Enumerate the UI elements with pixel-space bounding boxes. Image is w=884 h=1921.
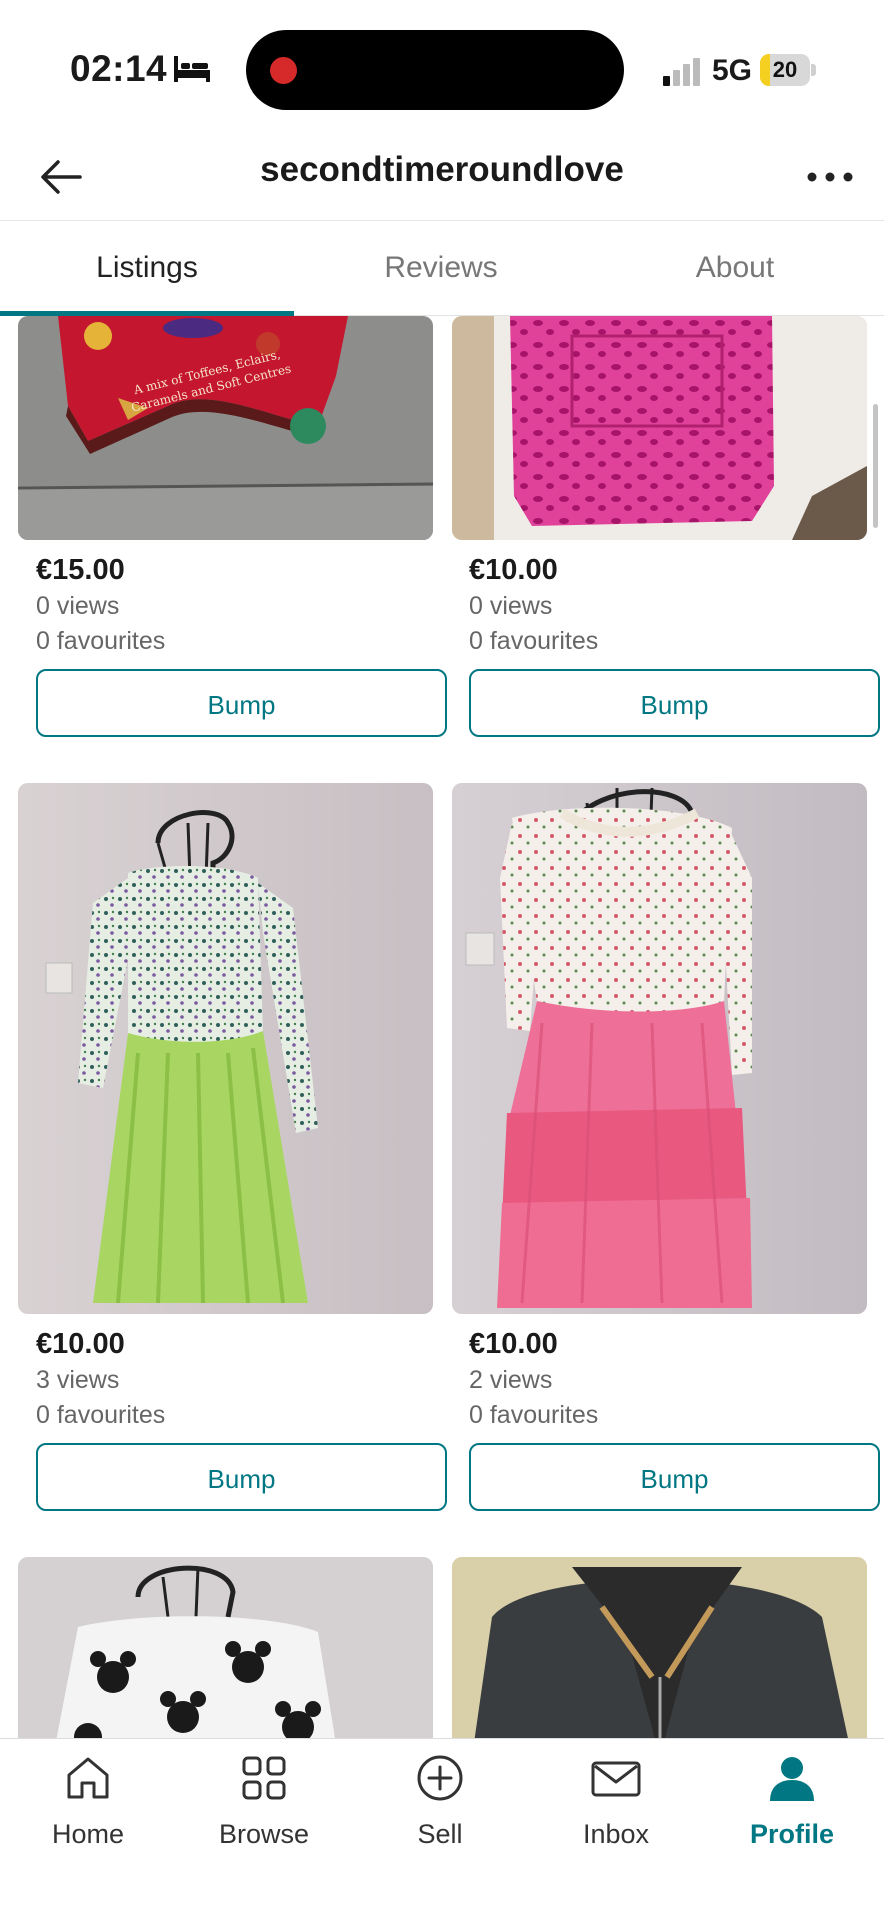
listings-grid: A mix of Toffees, Eclairs, Caramels and …: [0, 316, 884, 1738]
app-header: secondtimeroundlove: [0, 130, 884, 221]
bump-button[interactable]: Bump: [36, 1443, 447, 1511]
listing-photo-pink-hoodie[interactable]: [452, 316, 867, 540]
listing-price: €10.00: [469, 1328, 558, 1360]
signal-icon: [663, 58, 700, 86]
home-icon: [67, 1757, 109, 1799]
nav-label-inbox: Inbox: [582, 1819, 650, 1849]
nav-browse[interactable]: Browse: [176, 1739, 352, 1869]
bump-button[interactable]: Bump: [36, 669, 447, 737]
bump-button[interactable]: Bump: [469, 669, 880, 737]
battery-level: 20: [772, 57, 798, 82]
nav-label-profile: Profile: [749, 1819, 835, 1849]
tab-about[interactable]: About: [588, 221, 882, 315]
profile-tabs: Listings Reviews About: [0, 221, 884, 316]
nav-home[interactable]: Home: [0, 1739, 176, 1869]
listing-price: €10.00: [469, 554, 558, 586]
grid-icon: [242, 1756, 286, 1800]
listing-views: 0 views: [469, 592, 553, 620]
listing-photo-pink-dress[interactable]: [452, 783, 867, 1314]
nav-label-sell: Sell: [417, 1819, 463, 1849]
listing-favourites: 0 favourites: [36, 627, 166, 655]
listing-favourites: 0 favourites: [36, 1401, 166, 1429]
nav-label-browse: Browse: [218, 1819, 310, 1849]
nav-label-home: Home: [51, 1819, 125, 1849]
listing-views: 2 views: [469, 1366, 553, 1394]
listing-photo-sweet-tin[interactable]: A mix of Toffees, Eclairs, Caramels and …: [18, 316, 433, 540]
person-icon: [770, 1757, 814, 1801]
recording-indicator: [270, 57, 297, 84]
listing-favourites: 0 favourites: [469, 1401, 599, 1429]
nav-profile[interactable]: Profile: [704, 1739, 880, 1869]
bump-button[interactable]: Bump: [469, 1443, 880, 1511]
battery-icon: 20: [760, 54, 816, 86]
bed-icon: [174, 56, 210, 82]
listing-favourites: 0 favourites: [469, 627, 599, 655]
nav-inbox[interactable]: Inbox: [528, 1739, 704, 1869]
listing-photo-green-dress[interactable]: [18, 783, 433, 1314]
tab-reviews[interactable]: Reviews: [294, 221, 588, 315]
listing-price: €15.00: [36, 554, 125, 586]
more-options-icon[interactable]: [800, 152, 860, 202]
status-bar: 02:14 5G 20: [0, 0, 884, 130]
tab-listings[interactable]: Listings: [0, 221, 294, 315]
status-time: 02:14: [70, 48, 168, 89]
page-title: secondtimeroundlove: [260, 150, 624, 189]
dynamic-island: [246, 30, 624, 110]
bottom-navigation: Home Browse Sell Inbox Profile: [0, 1738, 884, 1921]
listing-photo-mickey-top[interactable]: [18, 1557, 433, 1738]
envelope-icon: [591, 1761, 641, 1797]
listing-price: €10.00: [36, 1328, 125, 1360]
network-label: 5G: [712, 54, 753, 87]
listing-photo-leather-jacket[interactable]: [452, 1557, 867, 1738]
listing-views: 0 views: [36, 592, 120, 620]
nav-sell[interactable]: Sell: [352, 1739, 528, 1869]
listing-views: 3 views: [36, 1366, 120, 1394]
plus-circle-icon: [417, 1755, 463, 1801]
